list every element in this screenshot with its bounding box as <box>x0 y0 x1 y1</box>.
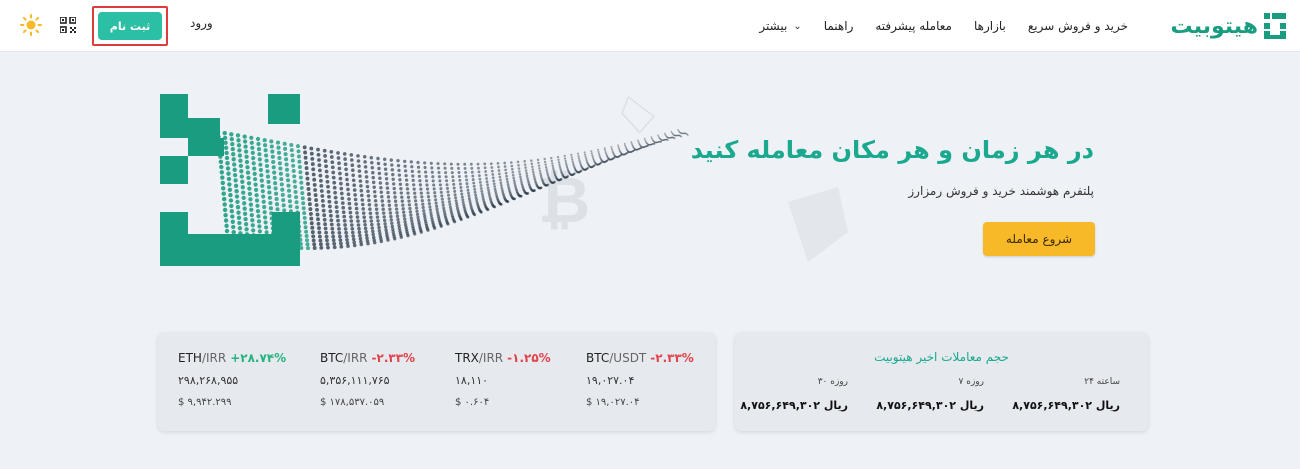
volume-value: ۸,۷۵۶,۶۴۹,۳۰۲ ریال <box>740 399 848 412</box>
volume-30d: ۳۰ روزه ۸,۷۵۶,۶۴۹,۳۰۲ ریال <box>718 377 848 412</box>
top-header: هیتوبیت خرید و فروش سریع بازارها معامله … <box>0 0 1300 52</box>
volume-period-label: ۳۰ روزه <box>817 377 848 387</box>
logo-text: هیتوبیت <box>1170 13 1258 39</box>
price-irr: ۵,۳۵۶,۱۱۱,۷۶۵ <box>320 374 390 387</box>
pair-label: ETH/IRR +۲۸.۷۴% <box>178 351 298 365</box>
volume-title: حجم معاملات اخیر هیتوبیت <box>874 350 1009 364</box>
pair-quote: /USDT <box>609 351 647 365</box>
ticker-btc-irr[interactable]: BTC/IRR -۲.۳۳% ۵,۳۵۶,۱۱۱,۷۶۵ $ ۱۷۸,۵۳۷.۰۵… <box>320 351 440 408</box>
signup-button[interactable]: ثبت نام <box>98 12 162 40</box>
nav-more-label: بیشتر <box>759 19 788 33</box>
bitcoin-watermark-icon: ₿ <box>538 164 590 238</box>
change-percent: -۱.۲۵% <box>507 351 551 365</box>
ticker-btc-usdt[interactable]: BTC/USDT -۲.۳۳% ۱۹,۰۲۷.۰۴ $ ۱۹,۰۲۷.۰۴ <box>586 351 706 408</box>
ticker-trx-irr[interactable]: TRX/IRR -۱.۲۵% ۱۸,۱۱۰ $ ۰.۶۰۴ <box>455 351 575 408</box>
price-irr: ۲۹۸,۲۶۸,۹۵۵ <box>178 374 239 387</box>
price-usdt: ۱۹,۰۲۷.۰۴ <box>586 374 635 387</box>
nav-advanced-trade[interactable]: معامله پیشرفته <box>875 19 952 33</box>
price-usd: $ ۱۹,۰۲۷.۰۴ <box>586 397 640 408</box>
pair-quote: /IRR <box>201 351 227 365</box>
login-link[interactable]: ورود <box>190 16 213 30</box>
nav-quick-trade[interactable]: خرید و فروش سریع <box>1028 19 1128 33</box>
volume-value: ۸,۷۵۶,۶۴۹,۳۰۲ ریال <box>876 399 984 412</box>
ticker-eth-irr[interactable]: ETH/IRR +۲۸.۷۴% ۲۹۸,۲۶۸,۹۵۵ $ ۹,۹۴۲.۲۹۹ <box>178 351 298 408</box>
change-percent: -۲.۳۳% <box>371 351 416 365</box>
pair-base: BTC <box>320 351 344 365</box>
chevron-down-icon: ⌄ <box>793 20 802 32</box>
change-percent: -۲.۳۳% <box>650 351 694 365</box>
volume-period-label: ۷ روزه <box>958 377 984 387</box>
ethereum-outline-icon <box>621 96 655 134</box>
nav-help[interactable]: راهنما <box>824 19 854 33</box>
pair-label: BTC/USDT -۲.۳۳% <box>586 351 706 365</box>
pair-base: ETH <box>178 351 202 365</box>
price-usd: $ ۰.۶۰۴ <box>455 397 490 408</box>
volume-period-label: ۲۴ ساعته <box>1084 377 1120 387</box>
qr-code-icon[interactable] <box>60 17 76 33</box>
pair-quote: /IRR <box>478 351 504 365</box>
hero-illustration: ₿ <box>160 94 848 266</box>
pair-base: TRX <box>455 351 479 365</box>
pair-label: TRX/IRR -۱.۲۵% <box>455 351 575 365</box>
main-nav: خرید و فروش سریع بازارها معامله پیشرفته … <box>759 0 1128 52</box>
sun-theme-icon[interactable] <box>20 14 42 36</box>
start-trading-button[interactable]: شروع معامله <box>983 222 1095 256</box>
change-percent: +۲۸.۷۴% <box>230 351 287 365</box>
nav-more[interactable]: بیشتر ⌄ <box>759 19 801 33</box>
ethereum-watermark-icon <box>788 187 848 262</box>
pair-base: BTC <box>586 351 610 365</box>
brand-logo[interactable]: هیتوبیت <box>1170 8 1286 44</box>
volume-24h: ۲۴ ساعته ۸,۷۵۶,۶۴۹,۳۰۲ ریال <box>990 377 1120 412</box>
price-irr: ۱۸,۱۱۰ <box>455 374 489 387</box>
price-usd: $ ۹,۹۴۲.۲۹۹ <box>178 397 232 408</box>
hero-title: در هر زمان و هر مکان معامله کنید <box>690 136 1094 164</box>
price-ticker-card: ETH/IRR +۲۸.۷۴% ۲۹۸,۲۶۸,۹۵۵ $ ۹,۹۴۲.۲۹۹ B… <box>158 333 715 431</box>
price-usd: $ ۱۷۸,۵۳۷.۰۵۹ <box>320 397 385 408</box>
nav-markets[interactable]: بازارها <box>974 19 1006 33</box>
hero-subtitle: پلتفرم هوشمند خرید و فروش رمزارز <box>908 184 1094 198</box>
volume-7d: ۷ روزه ۸,۷۵۶,۶۴۹,۳۰۲ ریال <box>854 377 984 412</box>
trade-volume-card: حجم معاملات اخیر هیتوبیت ۲۴ ساعته ۸,۷۵۶,… <box>735 333 1148 431</box>
volume-value: ۸,۷۵۶,۶۴۹,۳۰۲ ریال <box>1012 399 1120 412</box>
pair-quote: /IRR <box>343 351 368 365</box>
logo-mark-icon <box>1264 13 1286 39</box>
signup-highlight: ثبت نام <box>92 6 168 46</box>
pair-label: BTC/IRR -۲.۳۳% <box>320 351 440 365</box>
